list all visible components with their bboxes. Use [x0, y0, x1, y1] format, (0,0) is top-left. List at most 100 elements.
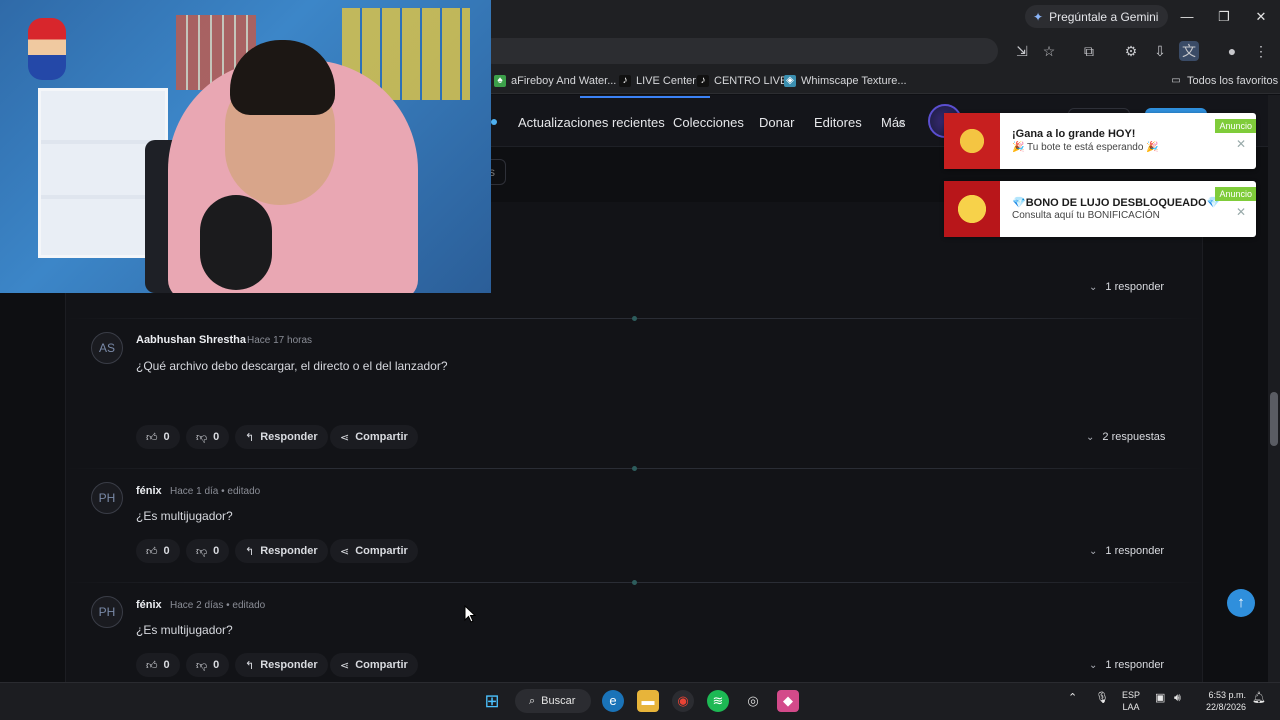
like-button[interactable]: 👍︎ 0 — [136, 653, 180, 677]
star-icon[interactable]: ☆ — [1039, 41, 1059, 61]
reply-button[interactable]: ↰ Responder — [235, 425, 328, 449]
share-icon: ⋖ — [340, 431, 350, 444]
divider-dot — [632, 316, 637, 321]
scrollbar-thumb[interactable] — [1270, 392, 1278, 446]
gemini-button[interactable]: ✦ Pregúntale a Gemini — [1025, 5, 1169, 28]
obs-icon[interactable]: ◎ — [742, 690, 764, 712]
share-button[interactable]: ⋖ Compartir — [330, 425, 418, 449]
comment-author[interactable]: Aabhushan Shrestha — [136, 334, 246, 346]
devtools-icon[interactable]: ⚙ — [1121, 41, 1141, 61]
reply-icon: ↰ — [245, 659, 255, 672]
chevron-up-icon[interactable]: ⌃ — [1068, 692, 1077, 704]
gemini-label: Pregúntale a Gemini — [1049, 9, 1159, 24]
replies-label: 2 respuestas — [1102, 431, 1166, 443]
volume-icon[interactable]: 🔊︎ — [1174, 692, 1181, 704]
clock[interactable]: 6:53 p.m. 22/8/2026 — [1198, 689, 1246, 713]
nav-editors[interactable]: Editores — [814, 115, 862, 130]
comment-text: ¿Es multijugador? — [136, 623, 233, 637]
tiktok-icon: ♪ — [697, 75, 709, 87]
bookmark-item[interactable]: ♠ aFireboy And Water... — [494, 72, 616, 90]
windows-start-icon[interactable]: ⊞ — [481, 690, 503, 712]
dislike-button[interactable]: 👎︎ 0 — [186, 539, 230, 563]
install-app-icon[interactable]: ⇲ — [1012, 41, 1032, 61]
share-icon: ⋖ — [340, 659, 350, 672]
search-icon[interactable]: ⌕ — [898, 115, 905, 131]
reply-button[interactable]: ↰ Responder — [235, 653, 328, 677]
nav-recent-updates[interactable]: Actualizaciones recientes — [518, 115, 665, 130]
divider-dot — [632, 580, 637, 585]
address-bar[interactable] — [480, 38, 998, 64]
ad-banner[interactable]: 💎BONO DE LUJO DESBLOQUEADO💎 Consulta aqu… — [944, 181, 1256, 237]
taskbar-search[interactable]: ⌕ Buscar — [515, 689, 591, 713]
like-button[interactable]: 👍︎ 0 — [136, 425, 180, 449]
bookmark-item[interactable]: ◈ Whimscape Texture... — [784, 72, 907, 90]
microphone-icon[interactable]: 🎙︎ — [1095, 692, 1109, 704]
reply-icon: ↰ — [245, 431, 255, 444]
close-icon[interactable]: ✕ — [1236, 205, 1246, 219]
app-icon[interactable]: ◆ — [777, 690, 799, 712]
mouse-cursor-icon — [464, 605, 476, 623]
loading-progress — [580, 96, 710, 98]
download-icon[interactable]: ⇩ — [1150, 41, 1170, 61]
scrollbar-track[interactable] — [1268, 95, 1280, 682]
reply-button[interactable]: ↰ Responder — [235, 539, 328, 563]
chevron-down-icon: ⌄ — [1086, 431, 1095, 443]
all-bookmarks[interactable]: ▭ Todos los favoritos — [1170, 72, 1278, 90]
share-icon: ⋖ — [340, 545, 350, 558]
folder-icon: ▭ — [1171, 75, 1181, 86]
share-button[interactable]: ⋖ Compartir — [330, 653, 418, 677]
like-count: 0 — [163, 659, 170, 671]
edge-icon[interactable]: e — [602, 690, 624, 712]
replies-label: 1 responder — [1105, 659, 1165, 671]
thumbs-down-icon: 👎︎ — [196, 431, 208, 444]
translate-icon[interactable]: 文 — [1179, 41, 1199, 61]
replies-toggle[interactable]: ⌄ 1 responder — [1089, 545, 1164, 557]
ad-subtitle: 🎉 Tu bote te está esperando 🎉 — [1012, 142, 1159, 153]
tiktok-icon: ♪ — [619, 75, 631, 87]
dislike-button[interactable]: 👎︎ 0 — [186, 425, 230, 449]
nav-collections[interactable]: Colecciones — [673, 115, 744, 130]
minimize-icon[interactable]: — — [1178, 8, 1196, 26]
mario-figure — [28, 18, 66, 80]
network-icon[interactable]: ▣ — [1155, 692, 1165, 704]
nav-donate[interactable]: Donar — [759, 115, 794, 130]
menu-dots-icon[interactable]: ⋮ — [1251, 41, 1271, 61]
replies-toggle[interactable]: ⌄ 1 responder — [1089, 659, 1164, 671]
restore-icon[interactable]: ❐ — [1215, 8, 1233, 26]
reply-label: Responder — [260, 545, 318, 557]
share-label: Compartir — [355, 659, 408, 671]
like-button[interactable]: 👍︎ 0 — [136, 539, 180, 563]
reply-icon: ↰ — [245, 545, 255, 558]
comment-author[interactable]: fénix — [136, 599, 162, 611]
ad-banner[interactable]: ¡Gana a lo grande HOY! 🎉 Tu bote te está… — [944, 113, 1256, 169]
dislike-count: 0 — [213, 545, 220, 557]
game-icon: ♠ — [494, 75, 506, 87]
comment-author[interactable]: fénix — [136, 485, 162, 497]
language-indicator[interactable]: ESP LAA — [1122, 689, 1140, 713]
replies-label: 1 responder — [1105, 281, 1165, 293]
comment-time: Hace 1 día • editado — [170, 486, 261, 497]
chevron-down-icon: ⌄ — [1089, 281, 1098, 293]
microphone — [200, 195, 272, 290]
bookmark-item[interactable]: ♪ CENTRO LIVE — [697, 72, 787, 90]
thumbs-up-icon: 👍︎ — [146, 659, 158, 672]
divider-dot — [632, 466, 637, 471]
close-icon[interactable]: ✕ — [1236, 137, 1246, 151]
gemini-spark-icon: ✦ — [1033, 9, 1044, 24]
close-icon[interactable]: ✕ — [1252, 8, 1270, 26]
profile-avatar[interactable]: ● — [1222, 41, 1242, 61]
chrome-icon[interactable]: ◉ — [672, 690, 694, 712]
nav-dot-icon — [491, 119, 497, 125]
share-button[interactable]: ⋖ Compartir — [330, 539, 418, 563]
spotify-icon[interactable]: ≋ — [707, 690, 729, 712]
notification-bell-icon[interactable]: 🔔︎ — [1252, 692, 1266, 704]
extensions-icon[interactable]: ⧉ — [1079, 41, 1099, 61]
bookmark-item[interactable]: ♪ LIVE Center — [619, 72, 696, 90]
replies-toggle[interactable]: ⌄ 1 responder — [1089, 281, 1164, 293]
file-explorer-icon[interactable]: ▬ — [637, 690, 659, 712]
share-label: Compartir — [355, 545, 408, 557]
scroll-to-top-button[interactable]: ↑ — [1227, 589, 1255, 617]
replies-toggle[interactable]: ⌄ 2 respuestas — [1086, 431, 1165, 443]
dislike-button[interactable]: 👎︎ 0 — [186, 653, 230, 677]
comment-text: ¿Qué archivo debo descargar, el directo … — [136, 359, 448, 373]
